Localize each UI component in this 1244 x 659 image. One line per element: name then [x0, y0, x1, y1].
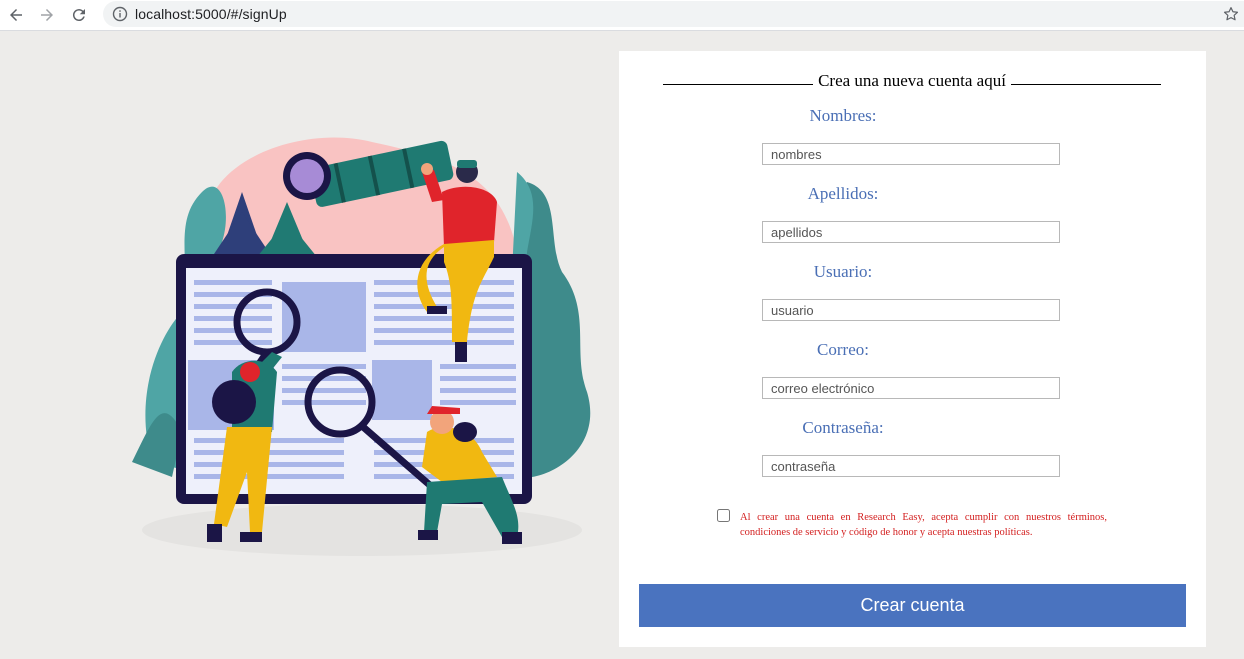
surnames-label: Apellidos: [807, 184, 879, 203]
email-label: Correo: [817, 340, 869, 359]
terms-checkbox[interactable] [717, 509, 730, 522]
reload-icon [72, 9, 85, 22]
back-button[interactable] [4, 3, 28, 27]
surnames-input[interactable] [762, 221, 1060, 243]
browser-toolbar: localhost:5000/#/signUp [0, 0, 1244, 31]
email-input[interactable] [762, 377, 1060, 399]
terms-text: Al crear una cuenta en Research Easy, ac… [740, 512, 1107, 538]
forward-arrow-icon [41, 9, 53, 21]
forward-button[interactable] [35, 3, 59, 27]
back-arrow-icon [10, 9, 22, 21]
form-heading: Crea una nueva cuenta aquí [663, 71, 1161, 91]
names-label: Nombres: [809, 106, 877, 125]
address-bar[interactable]: localhost:5000/#/signUp [103, 1, 1244, 27]
star-icon[interactable] [1222, 5, 1240, 23]
signup-form-card: Crea una nueva cuenta aquí Nombres: Apel… [619, 51, 1206, 647]
password-label: Contraseña: [802, 418, 884, 437]
research-illustration [132, 137, 591, 556]
username-label: Usuario: [813, 262, 873, 281]
url-text[interactable]: localhost:5000/#/signUp [135, 6, 287, 22]
reload-button[interactable] [67, 3, 91, 27]
form-title: Crea una nueva cuenta aquí [818, 71, 1006, 90]
names-input[interactable] [762, 143, 1060, 165]
password-input[interactable] [762, 455, 1060, 477]
info-icon[interactable] [112, 6, 128, 22]
create-account-button[interactable]: Crear cuenta [639, 584, 1186, 627]
username-input[interactable] [762, 299, 1060, 321]
